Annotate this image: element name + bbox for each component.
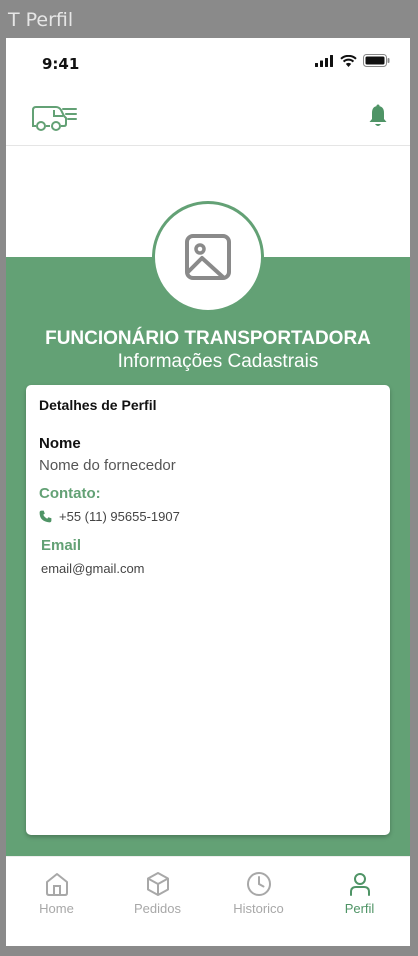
nav-pedidos[interactable]: Pedidos xyxy=(107,857,208,946)
home-icon xyxy=(45,873,68,896)
profile-details-card: Detalhes de Perfil Nome Nome do forneced… xyxy=(26,385,390,835)
battery-icon xyxy=(363,54,390,67)
card-heading: Detalhes de Perfil xyxy=(39,397,157,413)
bottom-nav: Home Pedidos Historico Perfil xyxy=(6,856,410,946)
email-label: Email xyxy=(41,537,82,554)
phone-row: +55 (11) 95655-1907 xyxy=(39,509,180,524)
nav-home-label: Home xyxy=(39,901,74,916)
name-value: Nome do fornecedor xyxy=(39,457,176,474)
phone-screen: 9:41 FUNCIONÁRIO TRANSPORTADORA Informaç… xyxy=(6,38,410,946)
nav-home[interactable]: Home xyxy=(6,857,107,946)
phone-value: +55 (11) 95655-1907 xyxy=(59,509,180,524)
email-value: email@gmail.com xyxy=(41,561,145,576)
nav-historico-label: Historico xyxy=(233,901,284,916)
profile-title: FUNCIONÁRIO TRANSPORTADORA xyxy=(45,328,371,349)
clock-icon xyxy=(246,872,271,896)
status-time: 9:41 xyxy=(42,55,80,73)
box-icon xyxy=(146,872,169,896)
wifi-icon xyxy=(340,54,357,67)
status-bar: 9:41 xyxy=(6,38,410,84)
nav-perfil[interactable]: Perfil xyxy=(309,857,410,946)
profile-subtitle: Informações Cadastrais xyxy=(117,351,319,372)
contact-label: Contato: xyxy=(39,485,101,502)
nav-pedidos-label: Pedidos xyxy=(134,901,181,916)
nav-perfil-label: Perfil xyxy=(344,901,375,916)
name-label: Nome xyxy=(39,435,81,452)
phone-icon xyxy=(39,510,52,523)
signal-icon xyxy=(315,54,333,67)
user-icon xyxy=(349,873,370,896)
app-header xyxy=(6,90,410,146)
nav-historico[interactable]: Historico xyxy=(208,857,309,946)
avatar[interactable] xyxy=(152,201,264,313)
frame-title: T Perfil xyxy=(8,9,74,31)
bell-icon[interactable] xyxy=(368,104,388,128)
truck-icon[interactable] xyxy=(30,100,78,134)
image-placeholder-icon xyxy=(185,234,231,280)
status-icons xyxy=(315,54,390,67)
